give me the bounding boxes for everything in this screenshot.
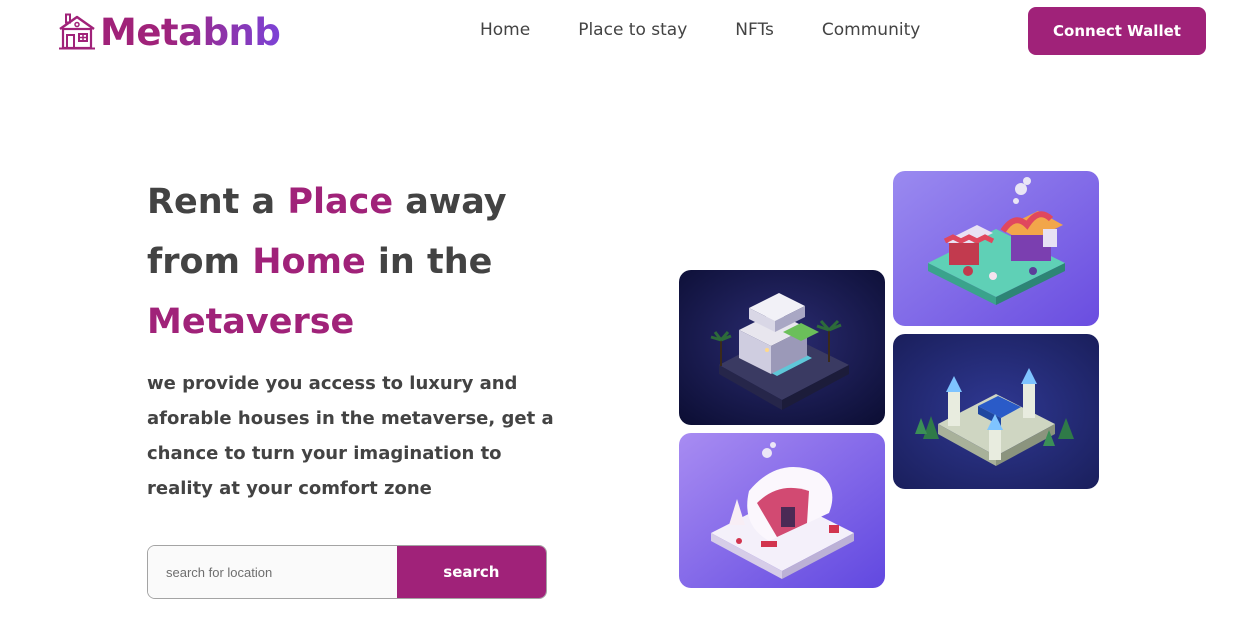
hero-title-accent-home: Home xyxy=(252,242,366,282)
hero-title-part1: Rent a xyxy=(147,182,288,222)
gallery-image-market xyxy=(893,171,1099,326)
search-input[interactable] xyxy=(148,546,397,598)
hero-title-accent-metaverse: Metaverse xyxy=(147,302,355,342)
brand-name: Metabnb xyxy=(100,10,281,54)
nav-item-home[interactable]: Home xyxy=(480,20,530,40)
isometric-market-image xyxy=(893,171,1099,326)
hero-title-accent-place: Place xyxy=(287,182,394,222)
isometric-villa-image xyxy=(679,270,885,425)
nav-item-nfts[interactable]: NFTs xyxy=(735,20,774,40)
brand-logo[interactable]: Metabnb xyxy=(57,10,281,54)
hero-description: we provide you access to luxury and afor… xyxy=(147,373,554,499)
gallery-image-castle xyxy=(893,334,1099,489)
gallery-image-villa xyxy=(679,270,885,425)
main-nav: Home Place to stay NFTs Community xyxy=(480,20,920,40)
nav-item-place-to-stay[interactable]: Place to stay xyxy=(578,20,687,40)
hero-title-part3: in the xyxy=(365,242,493,282)
isometric-castle-image xyxy=(893,334,1099,489)
search-button[interactable]: search xyxy=(396,546,546,598)
search-form: search xyxy=(147,545,547,599)
connect-wallet-button[interactable]: Connect Wallet xyxy=(1028,7,1206,55)
nav-item-community[interactable]: Community xyxy=(822,20,920,40)
hero-title: Rent a Place away from Home in the Metav… xyxy=(147,172,587,352)
gallery-image-snow-cabin xyxy=(679,433,885,588)
house-logo-icon xyxy=(59,13,95,50)
isometric-snow-cabin-image xyxy=(679,433,885,588)
